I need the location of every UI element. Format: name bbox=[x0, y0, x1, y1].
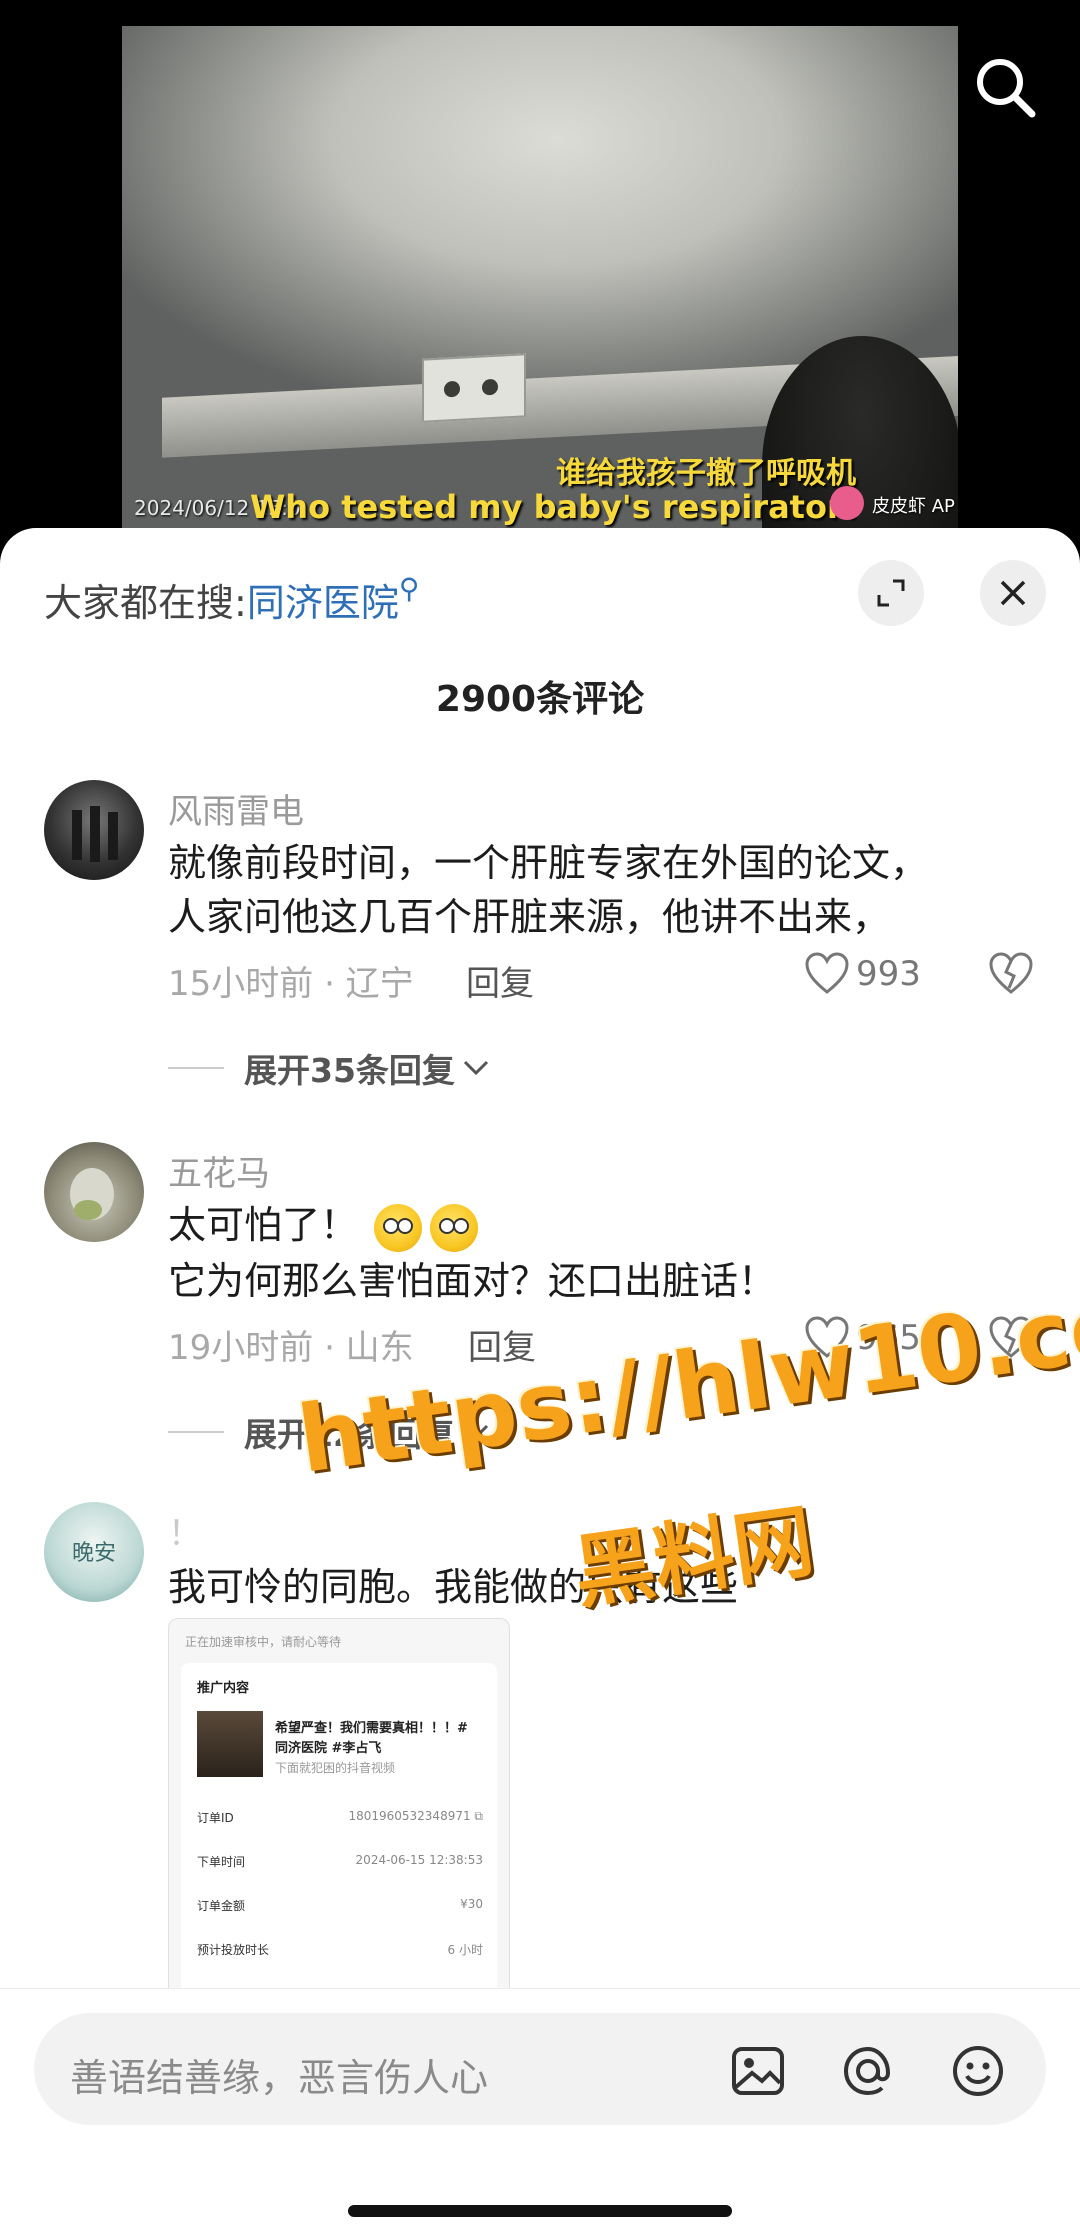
reply-button[interactable]: 回复 bbox=[466, 956, 534, 1005]
comment-item: 风雨雷电 就像前段时间，一个肝脏专家在外国的论文， 人家问他这几百个肝脏来源，他… bbox=[0, 780, 1080, 1090]
comment-text-line: 它为何那么害怕面对？还口出脏话！ bbox=[168, 1259, 777, 1303]
search-small-icon: ⚲ bbox=[398, 572, 420, 605]
promo-card: 推广内容 希望严查！我们需要真相！！！# 同济医院 #李占飞 下面就犯困的抖音视… bbox=[181, 1663, 497, 2019]
like-button[interactable]: 993 bbox=[804, 952, 921, 996]
expand-replies-label: 展开35条回复 bbox=[244, 1051, 455, 1090]
comment-input-placeholder: 善语结善缘，恶言伤人心 bbox=[70, 2056, 489, 2100]
promo-header: 正在加速审核中，请耐心等待 bbox=[185, 1635, 342, 1649]
heart-icon bbox=[805, 952, 849, 994]
comment-input-bar: 善语结善缘，恶言伤人心 bbox=[0, 1988, 1080, 2238]
mention-icon[interactable] bbox=[840, 2043, 896, 2099]
video-player[interactable]: 谁给我孩子撤了呼吸机 2024/06/12 15:0 Who tested my… bbox=[0, 0, 1080, 540]
avatar[interactable] bbox=[44, 780, 144, 880]
like-count: 993 bbox=[856, 954, 921, 994]
promo-row-value: 6 小时 bbox=[447, 1943, 483, 1957]
promo-row-value: 1801960532348971 ⧉ bbox=[348, 1809, 483, 1823]
broken-heart-icon bbox=[989, 952, 1033, 994]
image-icon[interactable] bbox=[730, 2043, 786, 2099]
promo-subtitle: 下面就犯困的抖音视频 bbox=[275, 1761, 396, 1775]
promo-row-label: 订单金额 bbox=[197, 1899, 246, 1913]
comment-text-line: 太可怕了！ bbox=[168, 1198, 482, 1252]
comment-image[interactable]: 正在加速审核中，请耐心等待 推广内容 希望严查！我们需要真相！！！# 同济医院 … bbox=[168, 1618, 510, 2020]
expand-replies[interactable]: 展开35条回复 bbox=[168, 1044, 491, 1092]
wall-socket bbox=[422, 353, 526, 423]
expand-sheet-button[interactable] bbox=[858, 560, 924, 626]
comment-item: 晚安 ！ 我可怜的同胞。我能做的只有这些 bbox=[0, 1502, 1080, 1609]
comment-text-line: 就像前段时间，一个肝脏专家在外国的论文， bbox=[168, 841, 929, 885]
shocked-emoji-icon bbox=[374, 1203, 423, 1252]
avatar[interactable]: 晚安 bbox=[44, 1502, 144, 1602]
app-watermark-text: 皮皮虾 AP bbox=[872, 496, 955, 517]
trending-search-hint[interactable]: 大家都在搜:同济医院⚲ bbox=[44, 572, 419, 627]
comment-count: 2900条评论 bbox=[435, 679, 645, 720]
comment-meta: 19小时前 · 山东 bbox=[168, 1328, 414, 1368]
comment-username[interactable]: ！ bbox=[168, 1506, 202, 1555]
close-button[interactable] bbox=[980, 560, 1046, 626]
emoji-icon[interactable] bbox=[950, 2043, 1006, 2099]
comment-text: 太可怕了！ bbox=[168, 1203, 359, 1247]
svg-text:晚安: 晚安 bbox=[72, 1541, 116, 1566]
promo-title-line1: 希望严查！我们需要真相！！！# bbox=[275, 1721, 468, 1736]
search-icon[interactable] bbox=[970, 52, 1040, 122]
home-indicator[interactable] bbox=[348, 2205, 732, 2217]
chevron-down-icon bbox=[463, 1060, 488, 1076]
comment-username[interactable]: 风雨雷电 bbox=[168, 784, 304, 833]
promo-row-label: 下单时间 bbox=[197, 1855, 246, 1869]
promo-section: 推广内容 bbox=[197, 1681, 250, 1696]
search-hint-prefix: 大家都在搜: bbox=[44, 581, 247, 625]
promo-row-value: 2024-06-15 12:38:53 bbox=[355, 1853, 483, 1867]
shocked-emoji-icon bbox=[430, 1203, 479, 1252]
promo-row-label: 预计投放时长 bbox=[197, 1943, 270, 1957]
search-hint-keyword[interactable]: 同济医院 bbox=[247, 581, 399, 625]
promo-row-label: 订单ID bbox=[197, 1811, 234, 1825]
app-watermark-logo bbox=[830, 486, 864, 520]
promo-title-line2: 同济医院 #李占飞 bbox=[275, 1741, 382, 1756]
comment-text-line: 人家问他这几百个肝脏来源，他讲不出来， bbox=[168, 895, 891, 939]
subtitle-english: Who tested my baby's respirator? bbox=[250, 488, 862, 526]
subtitle-chinese: 谁给我孩子撤了呼吸机 bbox=[556, 456, 856, 491]
avatar[interactable] bbox=[44, 1142, 144, 1242]
comment-username[interactable]: 五花马 bbox=[168, 1146, 270, 1195]
expand-icon bbox=[877, 579, 905, 607]
comment-input[interactable]: 善语结善缘，恶言伤人心 bbox=[34, 2013, 1046, 2125]
promo-row-value: ¥30 bbox=[460, 1897, 483, 1911]
dislike-button[interactable] bbox=[988, 952, 1034, 1000]
comment-meta: 15小时前 · 辽宁 bbox=[168, 964, 414, 1004]
promo-thumbnail bbox=[197, 1711, 263, 1777]
close-icon bbox=[1000, 580, 1026, 606]
